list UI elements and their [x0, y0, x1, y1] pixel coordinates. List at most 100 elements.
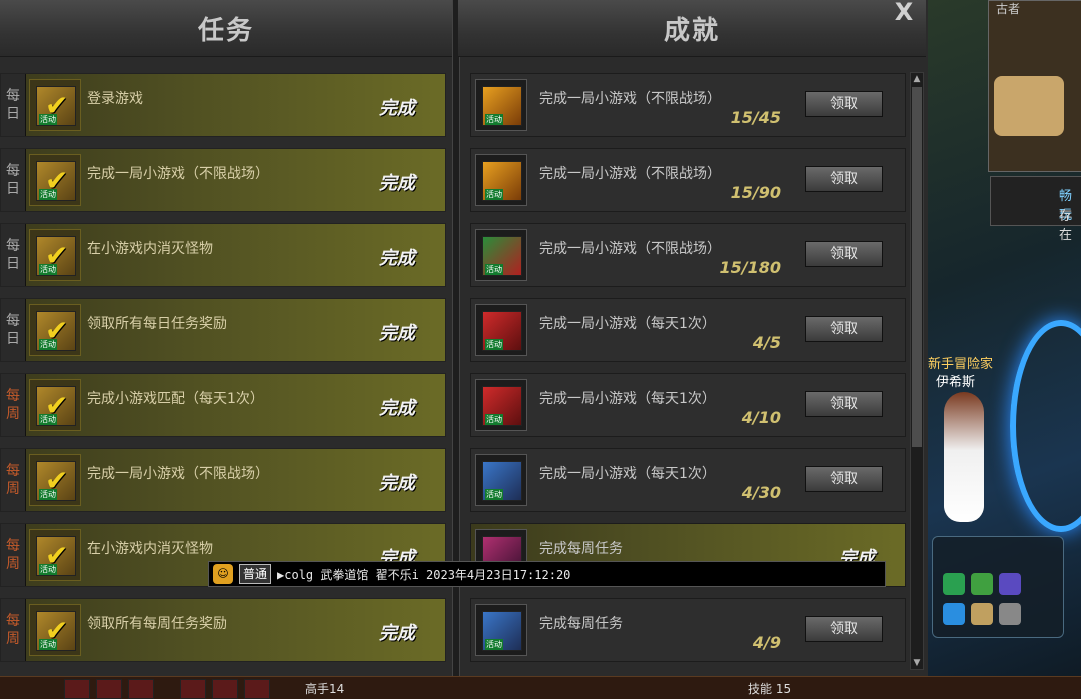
hotkey-slot-1[interactable]: [64, 679, 90, 699]
character-icon[interactable]: [999, 573, 1021, 595]
achievement-title: 完成一局小游戏（每天1次）: [539, 316, 716, 332]
quest-row[interactable]: 每日 ✔ 活动 在小游戏内消灭怪物 完成: [0, 223, 446, 287]
claim-button[interactable]: 领取: [805, 316, 883, 342]
player-character[interactable]: [944, 392, 984, 522]
quest-status: 完成: [379, 323, 415, 344]
achievement-progress: 4/5: [752, 333, 781, 352]
achievement-row[interactable]: 活动 完成一局小游戏（不限战场） 15/180 领取: [470, 223, 906, 287]
chat-mode-button[interactable]: 普通: [239, 564, 272, 584]
achievement-progress: 15/180: [719, 258, 781, 277]
quest-column-header: 任务: [0, 0, 452, 57]
quest-icon: ✔ 活动: [29, 529, 81, 581]
achievement-title: 完成一局小游戏（每天1次）: [539, 466, 716, 482]
quest-row[interactable]: 每周 ✔ 活动 完成一局小游戏（不限战场） 完成: [0, 448, 446, 512]
claim-button[interactable]: 领取: [805, 391, 883, 417]
quest-icon: ✔ 活动: [29, 79, 81, 131]
achievement-title: 完成一局小游戏（每天1次）: [539, 391, 716, 407]
skill-panel: [932, 536, 1064, 638]
quest-icon: ✔ 活动: [29, 154, 81, 206]
quest-status: 完成: [379, 248, 415, 269]
quest-tag: 每日: [1, 224, 26, 286]
quest-title: 在小游戏内消灭怪物: [87, 241, 213, 257]
quest-row[interactable]: 每周 ✔ 活动 领取所有每周任务奖励 完成: [0, 598, 446, 662]
achievement-icon: 活动: [475, 304, 527, 356]
quest-tag: 每周: [1, 449, 26, 511]
quest-title: 完成小游戏匹配（每天1次）: [87, 391, 264, 407]
quest-tag: 每周: [1, 599, 26, 661]
achievement-progress: 4/10: [741, 408, 781, 427]
claim-button[interactable]: 领取: [805, 166, 883, 192]
quest-icon: ✔ 活动: [29, 229, 81, 281]
leaf-icon[interactable]: [943, 573, 965, 595]
achievement-icon: 活动: [475, 604, 527, 656]
claim-button[interactable]: 领取: [805, 241, 883, 267]
achievement-icon: 活动: [475, 229, 527, 281]
achievement-title: 完成每周任务: [539, 616, 623, 632]
claim-button[interactable]: 领取: [805, 91, 883, 117]
quest-status: 完成: [379, 473, 415, 494]
quest-tag: 每日: [1, 74, 26, 136]
achievement-row[interactable]: 活动 完成每周任务 4/9 领取: [470, 598, 906, 662]
quest-row[interactable]: 每周 ✔ 活动 完成小游戏匹配（每天1次） 完成: [0, 373, 446, 437]
achievement-progress: 4/30: [741, 483, 781, 502]
quest-title: 登录游戏: [87, 91, 143, 107]
achievement-progress: 4/9: [752, 633, 781, 652]
quest-status: 完成: [379, 623, 415, 644]
claim-button[interactable]: 领取: [805, 466, 883, 492]
achievement-icon: 活动: [475, 379, 527, 431]
achievement-progress: 15/90: [730, 183, 781, 202]
achievement-icon: 活动: [475, 79, 527, 131]
quest-title: 领取所有每周任务奖励: [87, 616, 227, 632]
achievement-scrollbar[interactable]: ▲ ▼: [910, 72, 924, 670]
skill-points-label: 技能 15: [748, 682, 792, 696]
quest-row[interactable]: 每日 ✔ 活动 登录游戏 完成: [0, 73, 446, 137]
book-icon[interactable]: [971, 603, 993, 625]
achievement-icon: 活动: [475, 154, 527, 206]
quest-status: 完成: [379, 398, 415, 419]
quest-row[interactable]: 每日 ✔ 活动 领取所有每日任务奖励 完成: [0, 298, 446, 362]
achievement-title: 完成每周任务: [539, 541, 623, 557]
achievement-progress: 15/45: [730, 108, 781, 127]
minimap-label: 古者: [996, 2, 1021, 16]
achievement-row[interactable]: 活动 完成一局小游戏（每天1次） 4/10 领取: [470, 373, 906, 437]
tp-icon[interactable]: [943, 603, 965, 625]
close-button[interactable]: X: [890, 0, 918, 24]
quest-title: 领取所有每日任务奖励: [87, 316, 227, 332]
scroll-thumb[interactable]: [912, 87, 922, 447]
hotkey-slot-3[interactable]: [128, 679, 154, 699]
achievement-row[interactable]: 活动 完成一局小游戏（每天1次） 4/30 领取: [470, 448, 906, 512]
hotkey-slot-5[interactable]: [212, 679, 238, 699]
chat-emote-icon[interactable]: ☺: [213, 564, 233, 584]
quest-title: 完成一局小游戏（不限战场）: [87, 466, 269, 482]
achievement-row[interactable]: 活动 完成一局小游戏（不限战场） 15/45 领取: [470, 73, 906, 137]
level-label: 高手14: [305, 682, 345, 696]
quest-row[interactable]: 每日 ✔ 活动 完成一局小游戏（不限战场） 完成: [0, 148, 446, 212]
achievement-row[interactable]: 活动 完成一局小游戏（不限战场） 15/90 领取: [470, 148, 906, 212]
claim-button[interactable]: 领取: [805, 616, 883, 642]
achievement-title: 完成一局小游戏（不限战场）: [539, 91, 721, 107]
achievement-column-header: 成就: [458, 0, 926, 57]
map-sign-icon: [994, 76, 1064, 136]
quest-title: 在小游戏内消灭怪物: [87, 541, 213, 557]
npc-name[interactable]: 伊希斯: [936, 371, 975, 390]
hotkey-slot-6[interactable]: [244, 679, 270, 699]
hotkey-slot-4[interactable]: [180, 679, 206, 699]
hotkey-slot-2[interactable]: [96, 679, 122, 699]
scroll-up-icon[interactable]: ▲: [911, 73, 923, 85]
achievement-title: 完成一局小游戏（不限战场）: [539, 241, 721, 257]
achievement-row[interactable]: 活动 完成一局小游戏（每天1次） 4/5 领取: [470, 298, 906, 362]
quest-tag: 每周: [1, 374, 26, 436]
quest-tag: 每日: [1, 299, 26, 361]
scroll-down-icon[interactable]: ▼: [911, 657, 923, 669]
quest-icon: ✔ 活动: [29, 304, 81, 356]
calendar-icon[interactable]: [971, 573, 993, 595]
quest-status: 完成: [379, 173, 415, 194]
achievement-title: 完成一局小游戏（不限战场）: [539, 166, 721, 182]
quest-icon: ✔ 活动: [29, 454, 81, 506]
tool-icon[interactable]: [999, 603, 1021, 625]
chat-bar[interactable]: ☺ 普通 ▶colg 武拳道馆 翟不乐i 2023年4月23日17:12:20: [208, 561, 886, 587]
npc-title: 新手冒险家: [928, 357, 994, 372]
chat-message: ▶colg 武拳道馆 翟不乐i 2023年4月23日17:12:20: [277, 567, 571, 582]
quest-tag: 每周: [1, 524, 26, 586]
side-panel[interactable]: 畅玩 存在: [990, 176, 1081, 243]
